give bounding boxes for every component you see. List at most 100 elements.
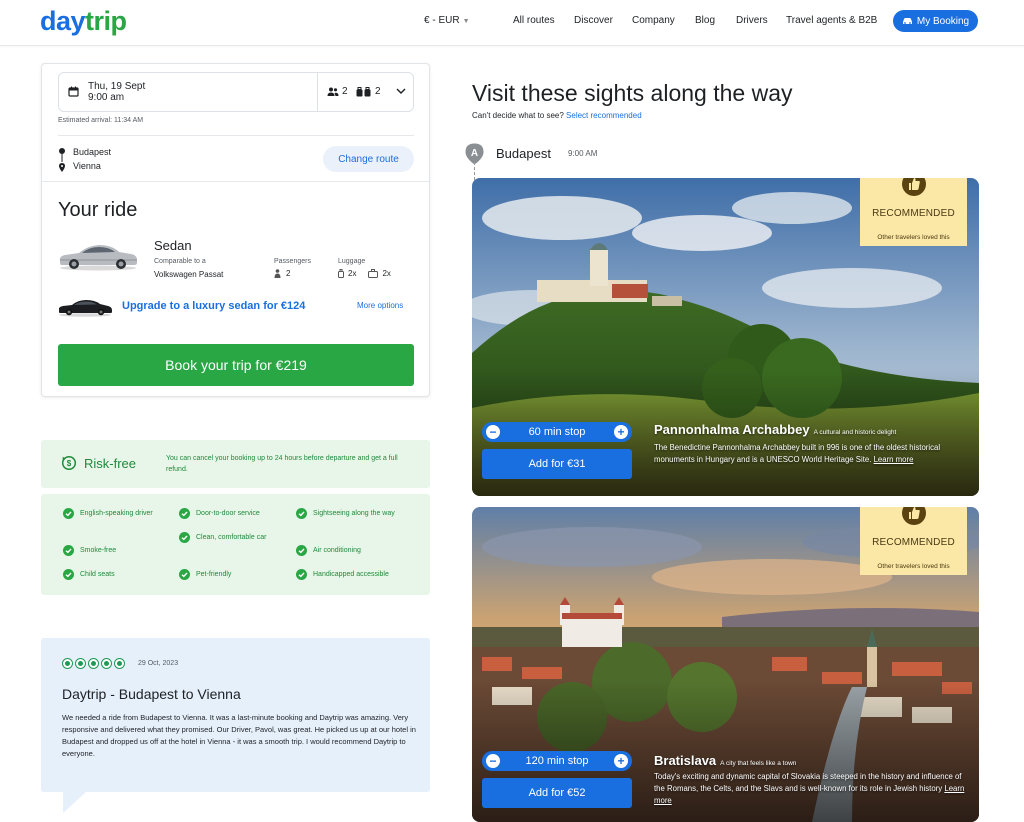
recommended-label: RECOMMENDED bbox=[872, 537, 955, 548]
luggage-value: 2x 2x bbox=[338, 269, 391, 278]
person-icon bbox=[274, 269, 281, 278]
people-icon bbox=[327, 87, 339, 96]
plus-button[interactable]: + bbox=[614, 754, 628, 768]
large-bag-icon bbox=[368, 269, 379, 278]
pin-letter: A bbox=[471, 148, 478, 159]
cant-decide-text: Can't decide what to see? Select recomme… bbox=[472, 111, 642, 120]
review-text: We needed a ride from Budapest to Vienna… bbox=[62, 713, 416, 758]
car-icon bbox=[902, 18, 912, 24]
sight-description: The Benedictine Pannonhalma Archabbey bu… bbox=[654, 443, 941, 464]
review-title: Daytrip - Budapest to Vienna bbox=[62, 686, 241, 702]
nav-travel-agents[interactable]: Travel agents & B2B bbox=[786, 15, 877, 26]
comparable-model: Volkswagen Passat bbox=[154, 270, 224, 279]
divider bbox=[317, 73, 318, 111]
check-circle-icon bbox=[63, 545, 74, 561]
rating-dot-icon bbox=[101, 658, 112, 669]
route-destination: Vienna bbox=[73, 161, 101, 171]
daytrip-logo[interactable]: daytrip bbox=[40, 6, 127, 37]
chevron-down-icon bbox=[396, 88, 406, 94]
check-circle-icon bbox=[179, 532, 190, 548]
select-recommended-link[interactable]: Select recommended bbox=[566, 111, 642, 120]
my-booking-button[interactable]: My Booking bbox=[893, 10, 978, 32]
feature-item: Smoke-free bbox=[63, 545, 163, 561]
stop-duration-stepper: − 60 min stop + bbox=[482, 422, 632, 442]
nav-drivers[interactable]: Drivers bbox=[736, 15, 768, 26]
luggage-label: Luggage bbox=[338, 258, 366, 265]
add-sight-button[interactable]: Add for €31 bbox=[482, 449, 632, 479]
divider bbox=[58, 135, 414, 136]
speech-bubble-tail bbox=[63, 791, 87, 813]
minus-button[interactable]: − bbox=[486, 425, 500, 439]
top-navigation-bar: daytrip € - EUR ▼ All routes Discover Com… bbox=[0, 0, 1024, 46]
luggage-count: 2 bbox=[356, 86, 381, 97]
minus-button[interactable]: − bbox=[486, 754, 500, 768]
sight-card-bratislava: RECOMMENDED Other travelers loved this −… bbox=[472, 507, 979, 822]
more-options-link[interactable]: More options bbox=[357, 301, 403, 310]
small-bag-icon bbox=[338, 269, 344, 278]
start-time: 9:00 AM bbox=[568, 149, 598, 158]
sedan-car-image bbox=[59, 245, 137, 271]
stop-duration-stepper: − 120 min stop + bbox=[482, 751, 632, 771]
check-circle-icon bbox=[63, 508, 74, 524]
risk-free-title: Risk-free bbox=[84, 456, 137, 471]
review-date: 29 Oct, 2023 bbox=[138, 660, 179, 667]
learn-more-link[interactable]: Learn more bbox=[874, 455, 914, 464]
change-route-button[interactable]: Change route bbox=[323, 146, 414, 172]
passengers-label: Passengers bbox=[274, 258, 311, 265]
sight-card-pannonhalma: RECOMMENDED Other travelers loved this −… bbox=[472, 178, 979, 496]
upgrade-luxury-link[interactable]: Upgrade to a luxury sedan for €124 bbox=[122, 300, 305, 312]
sight-description: Today's exciting and dynamic capital of … bbox=[654, 772, 965, 805]
luggage-icon bbox=[356, 86, 371, 96]
nav-company[interactable]: Company bbox=[632, 15, 675, 26]
route-origin: Budapest bbox=[73, 147, 112, 157]
nav-discover[interactable]: Discover bbox=[574, 15, 613, 26]
thumbs-up-icon bbox=[902, 507, 926, 525]
plus-button[interactable]: + bbox=[614, 425, 628, 439]
trip-details-selector[interactable]: Thu, 19 Sept 9:00 am 2 2 bbox=[58, 72, 414, 112]
nav-blog[interactable]: Blog bbox=[695, 15, 715, 26]
route-icon bbox=[59, 148, 65, 172]
check-circle-icon bbox=[63, 569, 74, 585]
included-features: English-speaking driver Door-to-door ser… bbox=[41, 494, 430, 595]
comparable-label: Comparable to a bbox=[154, 258, 206, 265]
rating-dot-icon bbox=[114, 658, 125, 669]
check-circle-icon bbox=[296, 508, 307, 524]
estimated-arrival: Estimated arrival: 11:34 AM bbox=[58, 117, 144, 124]
refund-icon: $ bbox=[61, 455, 77, 471]
check-circle-icon bbox=[179, 569, 190, 585]
booking-card: Thu, 19 Sept 9:00 am 2 2 Estimated arriva… bbox=[41, 63, 430, 397]
feature-item: Pet-friendly bbox=[179, 569, 279, 585]
luxury-sedan-image bbox=[58, 300, 112, 317]
thumbs-up-icon bbox=[902, 178, 926, 196]
calendar-icon bbox=[68, 86, 79, 97]
check-circle-icon bbox=[179, 508, 190, 524]
chevron-down-icon: ▼ bbox=[462, 18, 470, 25]
recommended-badge: RECOMMENDED Other travelers loved this bbox=[860, 507, 967, 575]
add-sight-button[interactable]: Add for €52 bbox=[482, 778, 632, 808]
risk-free-banner: $ Risk-free You can cancel your booking … bbox=[41, 440, 430, 488]
rating-dot-icon bbox=[88, 658, 99, 669]
book-trip-button[interactable]: Book your trip for €219 bbox=[58, 344, 414, 386]
start-city: Budapest bbox=[496, 146, 551, 161]
feature-item: Air conditioning bbox=[296, 545, 406, 561]
sight-name: Bratislava A city that feels like a town bbox=[654, 753, 797, 768]
departure-datetime: Thu, 19 Sept 9:00 am bbox=[88, 81, 146, 103]
rating-stars bbox=[62, 658, 125, 669]
customer-review: 29 Oct, 2023 Daytrip - Budapest to Vienn… bbox=[41, 638, 430, 813]
svg-text:$: $ bbox=[67, 459, 72, 468]
feature-item: Sightseeing along the way bbox=[296, 508, 406, 524]
recommended-sub: Other travelers loved this bbox=[877, 563, 950, 570]
divider bbox=[42, 181, 429, 182]
feature-item: Door-to-door service bbox=[179, 508, 289, 524]
recommended-sub: Other travelers loved this bbox=[877, 234, 950, 241]
nav-all-routes[interactable]: All routes bbox=[513, 15, 555, 26]
feature-item: Child seats bbox=[63, 569, 163, 585]
risk-free-description: You can cancel your booking up to 24 hou… bbox=[166, 455, 398, 473]
car-class: Sedan bbox=[154, 238, 192, 253]
currency-selector[interactable]: € - EUR ▼ bbox=[424, 15, 470, 26]
passenger-count: 2 bbox=[327, 86, 348, 97]
sight-name: Pannonhalma Archabbey A cultural and hist… bbox=[654, 422, 897, 437]
feature-item: Clean, comfortable car bbox=[179, 532, 279, 548]
recommended-badge: RECOMMENDED Other travelers loved this bbox=[860, 178, 967, 246]
check-circle-icon bbox=[296, 545, 307, 561]
